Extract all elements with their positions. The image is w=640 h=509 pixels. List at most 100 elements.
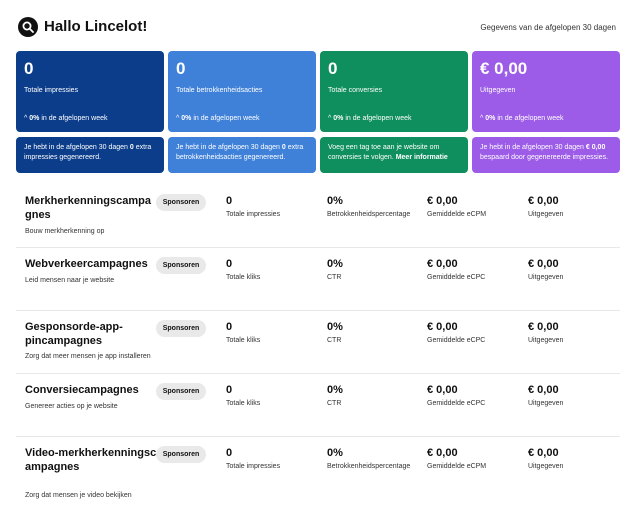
stat-card-impressions: 0 Totale impressies ^ 0% in de afgelopen… bbox=[16, 51, 164, 132]
metric: € 0,00 Gemiddelde eCPC bbox=[427, 384, 485, 407]
metric-label: Uitgegeven bbox=[528, 400, 564, 407]
metric: € 0,00 Uitgegeven bbox=[528, 447, 563, 470]
stat-note-spend: Je hebt in de afgelopen 30 dagen € 0,00 … bbox=[472, 137, 620, 173]
note-text: Je hebt in de afgelopen 30 dagen bbox=[176, 144, 282, 151]
metric-label: CTR bbox=[327, 337, 342, 344]
metric: € 0,00 Uitgegeven bbox=[528, 258, 563, 281]
campaign-row-brand-awareness: Merkherkenningscampagnes Bouw merkherken… bbox=[16, 194, 620, 248]
stat-note-impressions: Je hebt in de afgelopen 30 dagen 0 extra… bbox=[16, 137, 164, 173]
stat-card-spend: € 0,00 Uitgegeven ^ 0% in de afgelopen w… bbox=[472, 51, 620, 132]
row-divider bbox=[16, 436, 620, 437]
delta-value: 0% bbox=[333, 115, 344, 122]
metric-label: Uitgegeven bbox=[528, 211, 564, 218]
delta-text: in de afgelopen week bbox=[343, 115, 412, 122]
sponsor-button[interactable]: Sponsoren bbox=[156, 383, 206, 400]
stat-card-engagement: 0 Totale betrokkenheidsacties ^ 0% in de… bbox=[168, 51, 316, 132]
stat-card-conversions: 0 Totale conversies ^ 0% in de afgelopen… bbox=[320, 51, 468, 132]
sponsor-button[interactable]: Sponsoren bbox=[156, 446, 206, 463]
campaign-title: Conversiecampagnes bbox=[25, 384, 139, 396]
note-text: bespaard door gegenereerde impressies. bbox=[480, 154, 609, 161]
metric-value: € 0,00 bbox=[427, 447, 458, 459]
stat-value: 0 bbox=[24, 59, 34, 78]
metric-label: CTR bbox=[327, 400, 342, 407]
metric-value: 0% bbox=[327, 384, 343, 396]
campaign-title: Merkherkenningscampagnes bbox=[25, 195, 151, 221]
metric: € 0,00 Gemiddelde eCPC bbox=[427, 321, 485, 344]
delta-value: 0% bbox=[29, 115, 40, 122]
metric-value: € 0,00 bbox=[528, 384, 559, 396]
delta-text: in de afgelopen week bbox=[191, 115, 260, 122]
metric: € 0,00 Uitgegeven bbox=[528, 384, 563, 407]
sponsor-button[interactable]: Sponsoren bbox=[156, 320, 206, 337]
metric: 0 Totale kliks bbox=[226, 321, 260, 344]
metric-label: Betrokkenheidspercentage bbox=[327, 211, 411, 218]
stat-label: Totale betrokkenheidsacties bbox=[176, 87, 263, 94]
metric: 0% Betrokkenheidspercentage bbox=[327, 195, 410, 218]
metric-value: 0% bbox=[327, 447, 343, 459]
metric-label: Uitgegeven bbox=[528, 274, 564, 281]
stat-delta: ^ 0% in de afgelopen week bbox=[328, 115, 411, 122]
delta-value: 0% bbox=[485, 115, 496, 122]
metric-label: Betrokkenheidspercentage bbox=[327, 463, 411, 470]
metric: € 0,00 Gemiddelde eCPM bbox=[427, 195, 486, 218]
metric-label: Gemiddelde eCPC bbox=[427, 274, 486, 281]
metric: 0% Betrokkenheidspercentage bbox=[327, 447, 410, 470]
metric: 0 Totale kliks bbox=[226, 384, 260, 407]
metric: 0% CTR bbox=[327, 258, 343, 281]
sponsor-button[interactable]: Sponsoren bbox=[156, 257, 206, 274]
campaign-subtitle: Bouw merkherkenning op bbox=[25, 228, 105, 235]
metric-value: 0 bbox=[226, 321, 233, 333]
pinterest-logo[interactable] bbox=[18, 17, 38, 37]
more-info-link[interactable]: Meer informatie bbox=[396, 154, 448, 161]
row-divider bbox=[16, 373, 620, 374]
delta-text: in de afgelopen week bbox=[39, 115, 108, 122]
stat-delta: ^ 0% in de afgelopen week bbox=[24, 115, 107, 122]
metric: 0% CTR bbox=[327, 321, 343, 344]
metric-value: 0 bbox=[226, 384, 233, 396]
arrow-up-icon: ^ bbox=[176, 115, 180, 122]
metric-label: Uitgegeven bbox=[528, 463, 564, 470]
metric-label: CTR bbox=[327, 274, 342, 281]
stat-delta: ^ 0% in de afgelopen week bbox=[480, 115, 563, 122]
metric-label: Totale kliks bbox=[226, 400, 261, 407]
metric: 0 Totale impressies bbox=[226, 447, 280, 470]
delta-value: 0% bbox=[181, 115, 192, 122]
metric-value: 0 bbox=[226, 258, 233, 270]
campaign-subtitle: Zorg dat meer mensen je app installeren bbox=[25, 353, 151, 360]
metric-value: 0% bbox=[327, 321, 343, 333]
arrow-up-icon: ^ bbox=[480, 115, 484, 122]
note-text: Je hebt in de afgelopen 30 dagen bbox=[24, 144, 130, 151]
campaign-title: Gesponsorde-app-pincampagnes bbox=[25, 321, 123, 347]
campaign-subtitle: Genereer acties op je website bbox=[25, 403, 118, 410]
search-icon bbox=[22, 21, 34, 33]
date-range-label: Gegevens van de afgelopen 30 dagen bbox=[480, 23, 616, 32]
page-header: Hallo Lincelot! Gegevens van de afgelope… bbox=[18, 17, 616, 39]
note-highlight: € 0,00 bbox=[585, 144, 606, 151]
metric-label: Totale kliks bbox=[226, 274, 261, 281]
campaign-row-web-traffic: Webverkeercampagnes Leid mensen naar je … bbox=[16, 257, 620, 311]
campaign-subtitle: Zorg dat mensen je video bekijken bbox=[25, 492, 132, 499]
metric-value: € 0,00 bbox=[427, 321, 458, 333]
stat-delta: ^ 0% in de afgelopen week bbox=[176, 115, 259, 122]
metric-label: Totale impressies bbox=[226, 463, 281, 470]
campaign-row-app-pins: Gesponsorde-app-pincampagnes Zorg dat me… bbox=[16, 320, 620, 374]
metric-value: 0% bbox=[327, 195, 343, 207]
metric-label: Totale kliks bbox=[226, 337, 261, 344]
metric-value: 0% bbox=[327, 258, 343, 270]
stat-value: 0 bbox=[328, 59, 338, 78]
metric-label: Totale impressies bbox=[226, 211, 281, 218]
campaign-row-conversions: Conversiecampagnes Genereer acties op je… bbox=[16, 383, 620, 437]
metric-value: 0 bbox=[226, 195, 233, 207]
metric-value: € 0,00 bbox=[528, 321, 559, 333]
metric-label: Gemiddelde eCPC bbox=[427, 400, 486, 407]
stat-note-engagement: Je hebt in de afgelopen 30 dagen 0 extra… bbox=[168, 137, 316, 173]
row-divider bbox=[16, 310, 620, 311]
campaign-row-video-awareness: Video-merkherkenningscampagnes Zorg dat … bbox=[16, 446, 620, 504]
stat-note-conversions: Voeg een tag toe aan je website om conve… bbox=[320, 137, 468, 173]
arrow-up-icon: ^ bbox=[24, 115, 28, 122]
metric: € 0,00 Gemiddelde eCPM bbox=[427, 447, 486, 470]
sponsor-button[interactable]: Sponsoren bbox=[156, 194, 206, 211]
stat-label: Uitgegeven bbox=[480, 87, 516, 94]
metric-value: € 0,00 bbox=[427, 258, 458, 270]
metric-value: € 0,00 bbox=[427, 195, 458, 207]
